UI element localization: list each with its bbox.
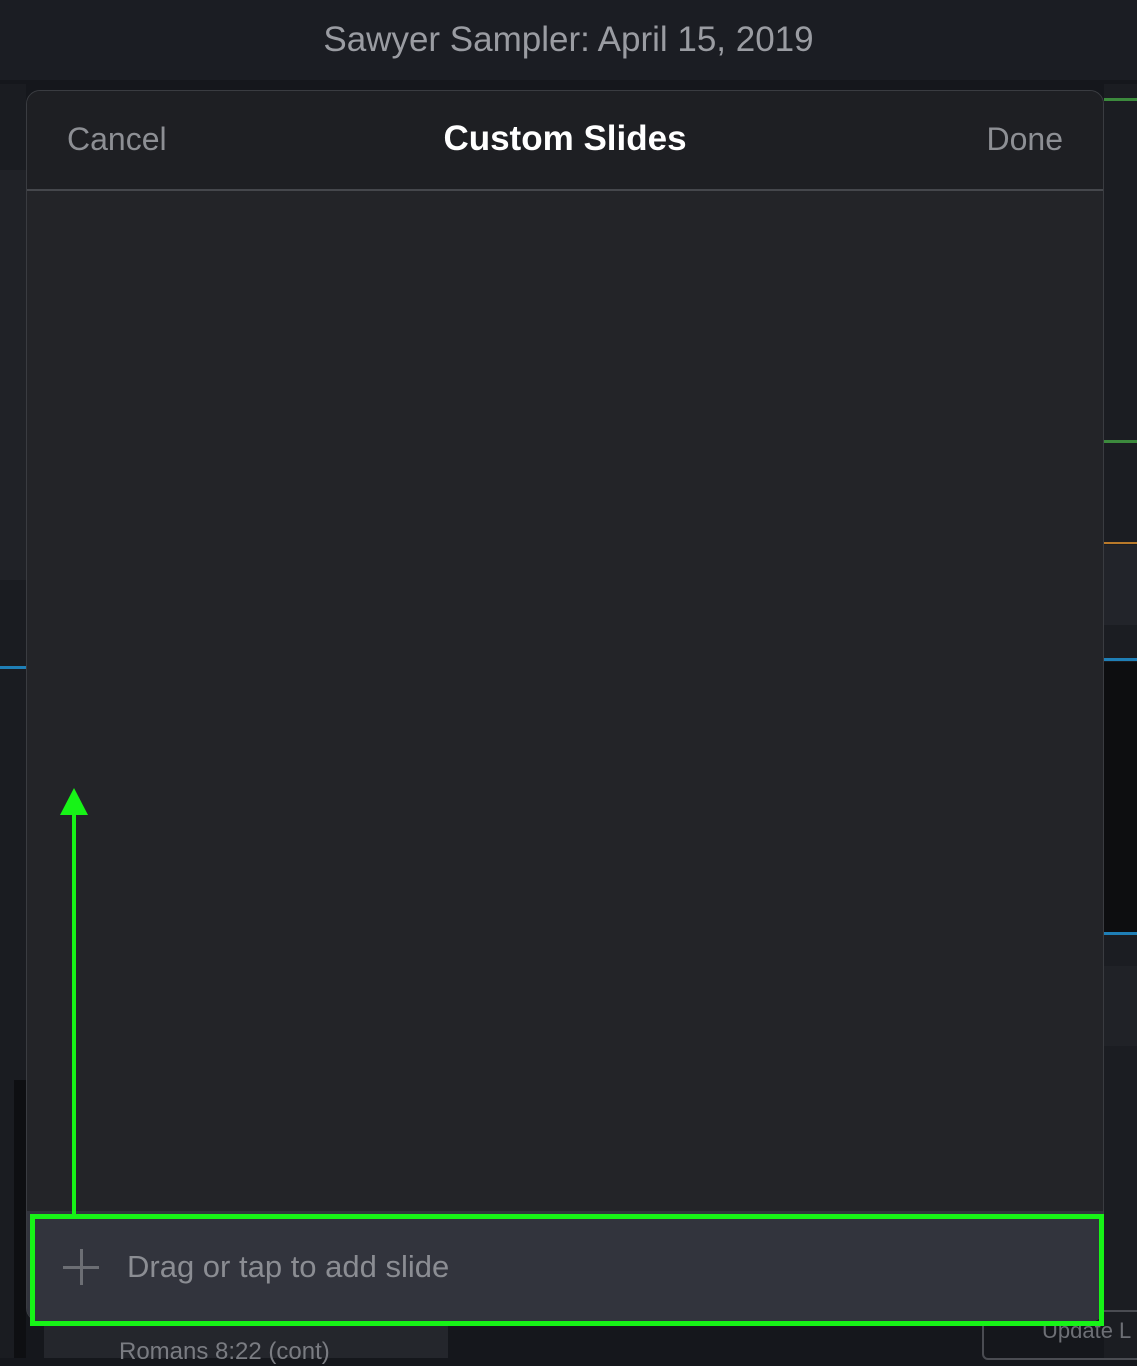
add-slide-label: Drag or tap to add slide xyxy=(127,1249,450,1284)
background-right-block xyxy=(1104,545,1137,625)
background-left-band xyxy=(0,170,26,580)
background-left-dark-strip xyxy=(14,1080,26,1358)
background-right-block xyxy=(1104,966,1137,1046)
background-list-item: Romans 8:22 (cont) xyxy=(44,1322,448,1365)
background-left-accent-line xyxy=(0,666,26,669)
background-right-orange-line xyxy=(1104,542,1137,544)
background-right-blue-line xyxy=(1104,932,1137,935)
background-right-blue-line xyxy=(1104,658,1137,661)
modal-title: Custom Slides xyxy=(443,119,687,158)
background-right-green-line xyxy=(1104,440,1137,443)
plus-icon xyxy=(63,1249,99,1285)
done-button[interactable]: Done xyxy=(987,121,1064,158)
modal-header: Cancel Custom Slides Done xyxy=(27,91,1103,191)
add-slide-button[interactable]: Drag or tap to add slide xyxy=(27,1211,1103,1321)
custom-slides-modal: Cancel Custom Slides Done Drag or tap to… xyxy=(26,90,1104,1322)
window-title-bar: Sawyer Sampler: April 15, 2019 xyxy=(0,0,1137,80)
slides-list-area[interactable] xyxy=(27,191,1103,1211)
background-right-preview xyxy=(1104,662,1137,934)
window-title: Sawyer Sampler: April 15, 2019 xyxy=(323,20,814,59)
background-right-green-line xyxy=(1104,98,1137,101)
